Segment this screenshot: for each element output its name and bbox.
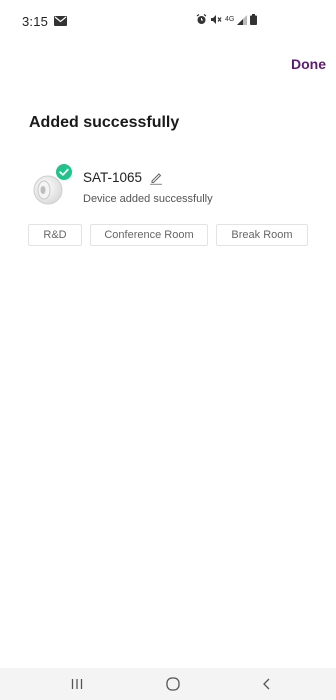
battery-icon <box>250 14 258 25</box>
device-status: Device added successfully <box>83 193 213 205</box>
status-bar: 3:15 4G <box>0 0 336 42</box>
check-icon <box>56 164 72 180</box>
network-label: 4G <box>225 16 235 23</box>
device-name: SAT-1065 <box>83 170 143 185</box>
device-name-wrap: SAT-1065 <box>83 170 163 185</box>
room-selector: R&D Conference Room Break Room <box>28 224 308 246</box>
edit-icon[interactable] <box>149 171 163 185</box>
home-button[interactable] <box>158 674 188 694</box>
navigation-bar <box>0 668 336 700</box>
mute-icon <box>211 15 222 24</box>
room-chip-break-room[interactable]: Break Room <box>216 224 308 246</box>
mail-icon <box>54 16 68 26</box>
back-icon <box>263 678 270 690</box>
back-button[interactable] <box>252 674 282 694</box>
home-icon <box>166 677 180 691</box>
status-left: 3:15 <box>22 13 68 29</box>
recents-button[interactable] <box>62 674 92 694</box>
recents-icon <box>71 679 83 689</box>
done-button[interactable]: Done <box>291 56 326 72</box>
signal-icon <box>237 14 248 25</box>
device-row: SAT-1065 Device added successfully <box>32 164 322 214</box>
alarm-icon <box>196 14 207 24</box>
status-icons: 4G <box>196 14 258 25</box>
status-time: 3:15 <box>22 13 49 29</box>
room-chip-rnd[interactable]: R&D <box>28 224 82 246</box>
page-title: Added successfully <box>29 114 180 131</box>
room-chip-conference-room[interactable]: Conference Room <box>90 224 208 246</box>
screen: 3:15 4G Done Added successfully SAT-1065… <box>0 0 336 700</box>
